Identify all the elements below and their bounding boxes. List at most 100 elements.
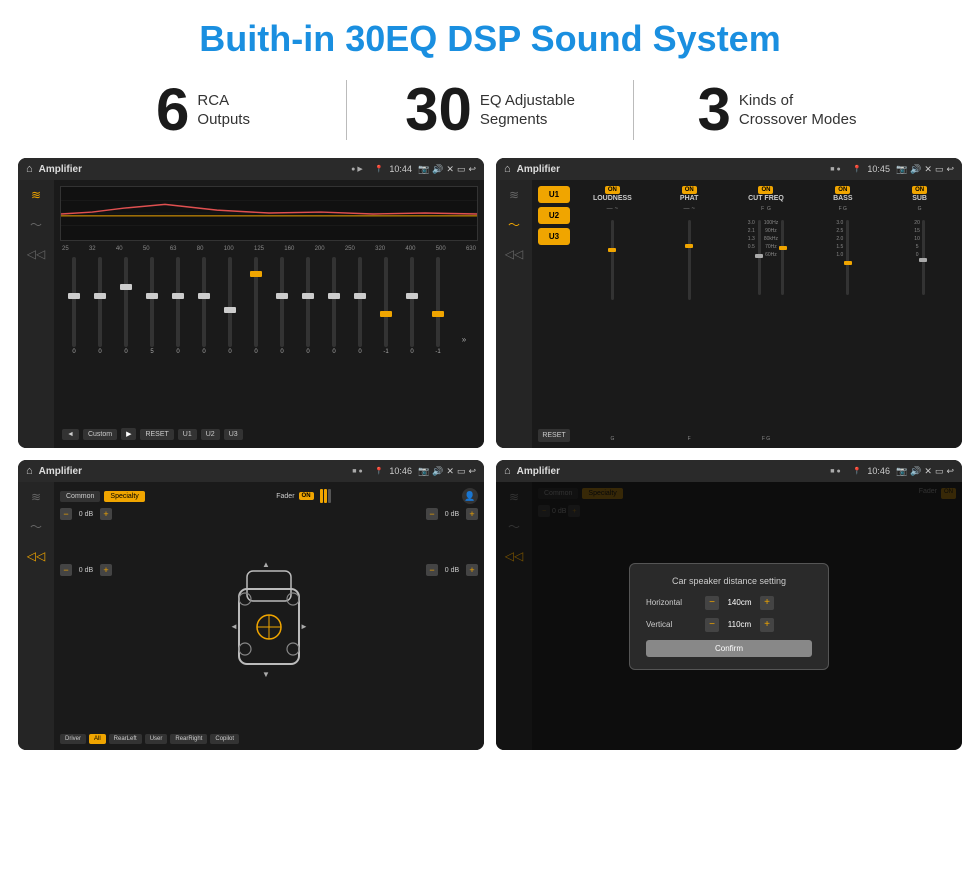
screen4-title: Amplifier bbox=[517, 466, 825, 477]
camera-icon: 📷 bbox=[418, 164, 429, 175]
back-icon: ↩ bbox=[468, 164, 476, 175]
reset-button[interactable]: RESET bbox=[140, 429, 173, 440]
eq-slider-4[interactable]: 0 bbox=[166, 257, 190, 355]
wave-icon-3[interactable]: 〜 bbox=[30, 518, 42, 535]
screen2-status-icons: 📷 🔊 ✕ ▭ ↩ bbox=[896, 164, 954, 175]
preset-custom-label: Custom bbox=[83, 429, 117, 440]
spk-tabs: Common Specialty Fader ON 👤 bbox=[60, 488, 478, 504]
wave-icon[interactable]: 〜 bbox=[30, 216, 42, 233]
tab-specialty[interactable]: Specialty bbox=[104, 491, 144, 502]
eq-slider-3[interactable]: 5 bbox=[140, 257, 164, 355]
vertical-minus-btn[interactable]: − bbox=[705, 618, 719, 632]
tab-common[interactable]: Common bbox=[60, 491, 100, 502]
eq-slider-10[interactable]: 0 bbox=[322, 257, 346, 355]
stat-eq: 30 EQ Adjustable Segments bbox=[347, 80, 633, 140]
fader-bar-2 bbox=[324, 489, 327, 503]
speaker-icon-3[interactable]: ◁◁ bbox=[27, 549, 45, 563]
driver-btn[interactable]: Driver bbox=[60, 734, 86, 744]
u3-btn[interactable]: U3 bbox=[538, 228, 570, 245]
eq-expand-btn[interactable]: » bbox=[452, 335, 476, 344]
reset-btn-2[interactable]: RESET bbox=[538, 429, 570, 442]
on-badge-cutfreq: ON bbox=[758, 186, 773, 194]
channel-cutfreq: ONCUT FREQ F G 3.02.11.30.5 100Hz90Hz80k… bbox=[730, 186, 803, 442]
stats-row: 6 RCA Outputs 30 EQ Adjustable Segments … bbox=[0, 70, 980, 154]
eq-slider-7[interactable]: 0 bbox=[244, 257, 268, 355]
spk-right-controls: − 0 dB + − 0 dB + bbox=[388, 508, 478, 730]
spk-bottom-bar: Driver All RearLeft User RearRight Copil… bbox=[60, 734, 478, 744]
screen2-content: ≋ 〜 ◁◁ U1 U2 U3 RESET ONLOUDNESS —~ bbox=[496, 180, 962, 448]
user-btn[interactable]: User bbox=[145, 734, 168, 744]
u1-button[interactable]: U1 bbox=[178, 429, 197, 440]
db-minus-fr[interactable]: − bbox=[426, 508, 438, 520]
u2-button[interactable]: U2 bbox=[201, 429, 220, 440]
horizontal-plus-btn[interactable]: + bbox=[760, 596, 774, 610]
dialog-vertical-row: Vertical − 110cm + bbox=[646, 618, 812, 632]
db-minus-fl[interactable]: − bbox=[60, 508, 72, 520]
eq-slider-9[interactable]: 0 bbox=[296, 257, 320, 355]
db-minus-rl[interactable]: − bbox=[60, 564, 72, 576]
eq-slider-13[interactable]: 0 bbox=[400, 257, 424, 355]
eq-slider-14[interactable]: -1 bbox=[426, 257, 450, 355]
rearright-btn[interactable]: RearRight bbox=[170, 734, 207, 744]
all-btn[interactable]: All bbox=[89, 734, 106, 744]
equalizer-icon[interactable]: ≋ bbox=[31, 188, 41, 202]
db-control-fr: − 0 dB + bbox=[426, 508, 478, 520]
back-icon-3: ↩ bbox=[468, 466, 476, 477]
svg-text:▲: ▲ bbox=[262, 560, 270, 569]
eq-slider-12[interactable]: -1 bbox=[374, 257, 398, 355]
db-plus-fl[interactable]: + bbox=[100, 508, 112, 520]
screens-grid: ⌂ Amplifier ● ▶ 📍 10:44 📷 🔊 ✕ ▭ ↩ ≋ 〜 ◁◁ bbox=[0, 154, 980, 760]
user-profile-icon[interactable]: 👤 bbox=[462, 488, 478, 504]
copilot-btn[interactable]: Copilot bbox=[210, 734, 239, 744]
window-icon-2: ▭ bbox=[935, 164, 944, 175]
db-plus-rr[interactable]: + bbox=[466, 564, 478, 576]
db-value-fl: 0 dB bbox=[74, 511, 98, 518]
amp2-u-buttons: U1 U2 U3 RESET bbox=[538, 186, 570, 442]
horizontal-minus-btn[interactable]: − bbox=[705, 596, 719, 610]
svg-text:◄: ◄ bbox=[230, 622, 238, 631]
eq-slider-0[interactable]: 0 bbox=[62, 257, 86, 355]
dot-icon-3: ■ ● bbox=[352, 468, 362, 475]
channel-bass: ONBASS F G 3.02.52.01.51.0 bbox=[806, 186, 879, 442]
rearleft-btn[interactable]: RearLeft bbox=[109, 734, 142, 744]
stat-eq-number: 30 bbox=[405, 80, 472, 140]
close-icon-3: ✕ bbox=[446, 466, 454, 477]
screen4-status-icons: 📷 🔊 ✕ ▭ ↩ bbox=[896, 466, 954, 477]
prev-button[interactable]: ◄ bbox=[62, 429, 79, 440]
play-button[interactable]: ▶ bbox=[121, 428, 136, 440]
db-plus-rl[interactable]: + bbox=[100, 564, 112, 576]
screen4-time: 10:46 bbox=[867, 466, 890, 476]
amp2-channels: ONLOUDNESS —~ G ONPHAT —~ bbox=[576, 186, 956, 442]
db-plus-fr[interactable]: + bbox=[466, 508, 478, 520]
u2-btn[interactable]: U2 bbox=[538, 207, 570, 224]
u1-btn[interactable]: U1 bbox=[538, 186, 570, 203]
window-icon: ▭ bbox=[457, 164, 466, 175]
wave-icon-2[interactable]: 〜 bbox=[508, 216, 520, 233]
back-icon-2: ↩ bbox=[946, 164, 954, 175]
fader-bar-3 bbox=[328, 489, 331, 503]
eq-slider-11[interactable]: 0 bbox=[348, 257, 372, 355]
vertical-plus-btn[interactable]: + bbox=[760, 618, 774, 632]
screen1-status-icons: 📷 🔊 ✕ ▭ ↩ bbox=[418, 164, 476, 175]
dialog-vertical-control: − 110cm + bbox=[705, 618, 774, 632]
eq-slider-2[interactable]: 0 bbox=[114, 257, 138, 355]
confirm-button[interactable]: Confirm bbox=[646, 640, 812, 657]
window-icon-4: ▭ bbox=[935, 466, 944, 477]
amp2-main-area: U1 U2 U3 RESET ONLOUDNESS —~ G bbox=[532, 180, 962, 448]
on-badge-loudness: ON bbox=[605, 186, 620, 194]
dot-icon-4: ■ ● bbox=[830, 468, 840, 475]
screen1-sidebar: ≋ 〜 ◁◁ bbox=[18, 180, 54, 448]
u3-button[interactable]: U3 bbox=[224, 429, 243, 440]
db-control-fl: − 0 dB + bbox=[60, 508, 150, 520]
eq-slider-6[interactable]: 0 bbox=[218, 257, 242, 355]
eq-icon-2[interactable]: ≋ bbox=[509, 188, 519, 202]
eq-slider-5[interactable]: 0 bbox=[192, 257, 216, 355]
db-minus-rr[interactable]: − bbox=[426, 564, 438, 576]
eq-slider-8[interactable]: 0 bbox=[270, 257, 294, 355]
eq-icon-3[interactable]: ≋ bbox=[31, 490, 41, 504]
speaker-icon-2[interactable]: ◁◁ bbox=[505, 247, 523, 261]
eq-slider-1[interactable]: 0 bbox=[88, 257, 112, 355]
speaker-icon[interactable]: ◁◁ bbox=[27, 247, 45, 261]
screen4-topbar: ⌂ Amplifier ■ ● 📍 10:46 📷 🔊 ✕ ▭ ↩ bbox=[496, 460, 962, 482]
dialog-horizontal-control: − 140cm + bbox=[705, 596, 774, 610]
